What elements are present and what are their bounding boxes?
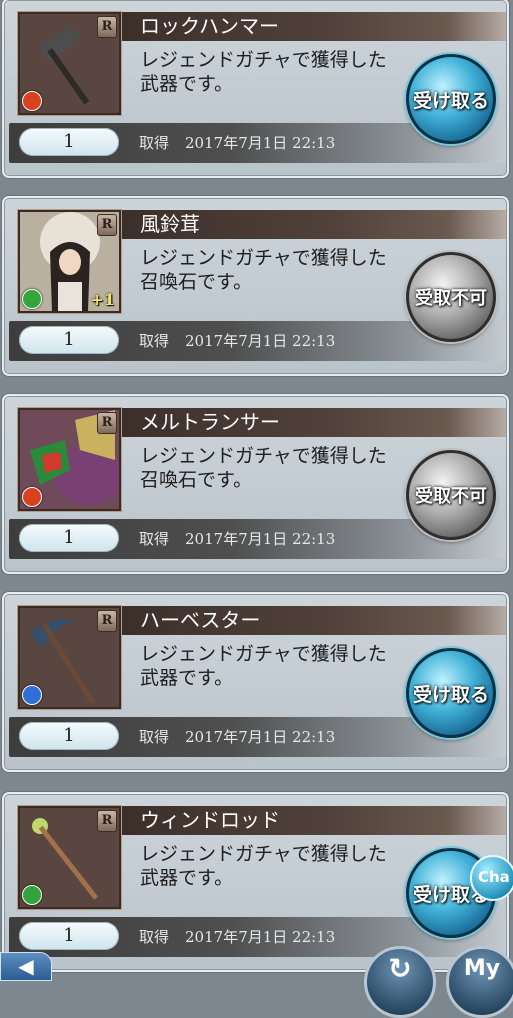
quantity: 1 [19, 128, 119, 156]
present-card: R ロックハンマー レジェンドガチャで獲得した武器です。 1 取得 2017年7月… [2, 0, 509, 178]
chat-button[interactable]: Cha [470, 855, 513, 901]
bottom-nav: ◀ ↻ My [0, 946, 513, 1018]
obtained-date: 2017年7月1日 22:13 [185, 134, 336, 152]
item-thumbnail: R [18, 806, 121, 909]
obtained-label: 取得 [139, 134, 170, 152]
quantity: 1 [19, 326, 119, 354]
fire-element-icon [22, 487, 42, 507]
plus-level: +1 [90, 290, 115, 309]
present-card: R +1 風鈴茸 レジェンドガチャで獲得した召喚石です。 1 取得 2017年7月… [2, 196, 509, 376]
obtained-info: 取得 2017年7月1日 22:13 [139, 726, 335, 748]
obtained-label: 取得 [139, 530, 170, 548]
item-description: レジェンドガチャで獲得した武器です。 [140, 49, 387, 95]
obtained-label: 取得 [139, 332, 170, 350]
rarity-badge: R [97, 412, 117, 434]
rarity-badge: R [97, 610, 117, 632]
unavailable-button[interactable]: 受取不可 [406, 252, 496, 342]
item-description: レジェンドガチャで獲得した召喚石です。 [140, 445, 387, 491]
item-name: ハーベスター [122, 606, 506, 635]
quantity: 1 [19, 722, 119, 750]
obtained-label: 取得 [139, 928, 170, 946]
obtained-label: 取得 [139, 728, 170, 746]
quantity: 1 [19, 524, 119, 552]
rarity-badge: R [97, 214, 117, 236]
water-element-icon [22, 685, 42, 705]
receive-button[interactable]: 受け取る [406, 648, 496, 738]
item-name: 風鈴茸 [122, 210, 506, 239]
obtained-date: 2017年7月1日 22:13 [185, 928, 336, 946]
receive-button[interactable]: 受け取る [406, 54, 496, 144]
back-button[interactable]: ◀ [0, 952, 52, 981]
obtained-date: 2017年7月1日 22:13 [185, 332, 336, 350]
mypage-button[interactable]: My [446, 946, 513, 1018]
present-card: R ウィンドロッド レジェンドガチャで獲得した武器です。 1 取得 2017年7月… [2, 792, 509, 972]
item-description: レジェンドガチャで獲得した武器です。 [140, 843, 387, 889]
item-thumbnail: R +1 [18, 210, 121, 313]
present-card: R メルトランサー レジェンドガチャで獲得した召喚石です。 1 取得 2017年7… [2, 394, 509, 574]
obtained-date: 2017年7月1日 22:13 [185, 530, 336, 548]
unavailable-button[interactable]: 受取不可 [406, 450, 496, 540]
obtained-info: 取得 2017年7月1日 22:13 [139, 330, 335, 352]
wind-element-icon [22, 289, 42, 309]
present-card: R ハーベスター レジェンドガチャで獲得した武器です。 1 取得 2017年7月1… [2, 592, 509, 772]
reload-button[interactable]: ↻ [364, 946, 436, 1018]
item-name: ロックハンマー [122, 12, 506, 41]
wind-element-icon [22, 885, 42, 905]
item-name: メルトランサー [122, 408, 506, 437]
item-thumbnail: R [18, 12, 121, 115]
rarity-badge: R [97, 810, 117, 832]
obtained-info: 取得 2017年7月1日 22:13 [139, 926, 335, 948]
obtained-date: 2017年7月1日 22:13 [185, 728, 336, 746]
rarity-badge: R [97, 16, 117, 38]
fire-element-icon [22, 91, 42, 111]
item-description: レジェンドガチャで獲得した召喚石です。 [140, 247, 387, 293]
obtained-info: 取得 2017年7月1日 22:13 [139, 132, 335, 154]
item-thumbnail: R [18, 408, 121, 511]
item-description: レジェンドガチャで獲得した武器です。 [140, 643, 387, 689]
item-thumbnail: R [18, 606, 121, 709]
item-name: ウィンドロッド [122, 806, 506, 835]
obtained-info: 取得 2017年7月1日 22:13 [139, 528, 335, 550]
